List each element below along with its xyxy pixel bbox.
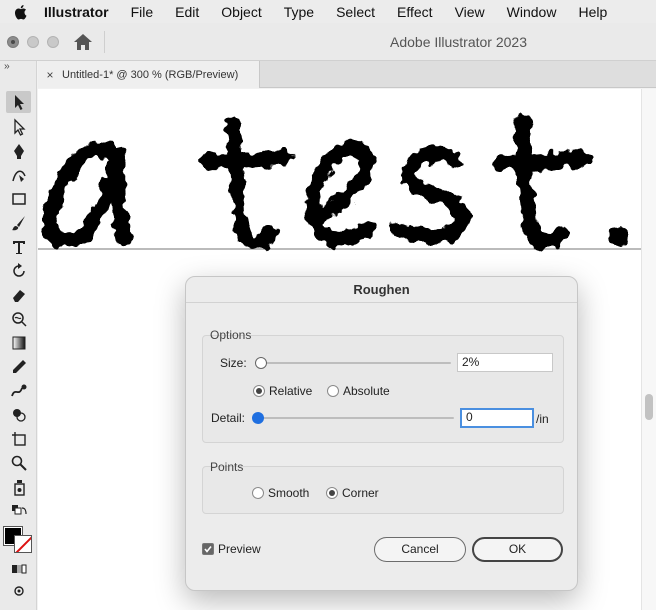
- corner-radio-dot[interactable]: [326, 487, 338, 499]
- document-tab-label: Untitled-1* @ 300 % (RGB/Preview): [62, 68, 239, 81]
- period-dot: [609, 225, 631, 247]
- type-tool-icon[interactable]: [6, 236, 31, 258]
- checkmark-icon[interactable]: [202, 543, 214, 555]
- smooth-radio[interactable]: Smooth: [252, 486, 309, 500]
- dialog-title: Roughen: [186, 277, 577, 303]
- smooth-radio-label: Smooth: [268, 486, 310, 500]
- close-window-button[interactable]: [7, 36, 19, 48]
- detail-slider-track[interactable]: [258, 417, 454, 419]
- divider: [104, 31, 105, 53]
- size-field[interactable]: 2%: [457, 353, 553, 372]
- artboard-tool-icon[interactable]: [6, 428, 31, 450]
- home-icon[interactable]: [72, 32, 94, 52]
- document-tab[interactable]: × Untitled-1* @ 300 % (RGB/Preview): [38, 61, 260, 88]
- detail-slider-knob[interactable]: [252, 412, 264, 424]
- vertical-scrollbar[interactable]: [641, 89, 656, 610]
- gradient-tool-icon[interactable]: [6, 332, 31, 354]
- curvature-tool-icon[interactable]: [6, 164, 31, 186]
- close-tab-icon[interactable]: ×: [38, 68, 62, 82]
- size-slider-knob[interactable]: [255, 357, 267, 369]
- menu-type[interactable]: Type: [273, 4, 325, 20]
- eraser-tool-icon[interactable]: [6, 284, 31, 306]
- smooth-radio-dot[interactable]: [252, 487, 264, 499]
- tools-panel: ››: [0, 61, 37, 610]
- detail-label: Detail:: [211, 411, 246, 425]
- menu-app-name[interactable]: Illustrator: [40, 4, 120, 20]
- selection-tool-icon[interactable]: [6, 91, 31, 113]
- menu-select[interactable]: Select: [325, 4, 386, 20]
- document-tab-bar: × Untitled-1* @ 300 % (RGB/Preview): [38, 61, 656, 88]
- menu-effect[interactable]: Effect: [386, 4, 444, 20]
- menu-view[interactable]: View: [444, 4, 496, 20]
- menu-object[interactable]: Object: [210, 4, 272, 20]
- points-group-label: Points: [210, 460, 244, 474]
- collapse-panel-icon[interactable]: ››: [4, 61, 10, 72]
- zoom-window-button[interactable]: [47, 36, 59, 48]
- symbol-sprayer-tool-icon[interactable]: [6, 476, 31, 498]
- corner-radio[interactable]: Corner: [326, 486, 379, 500]
- app-title: Adobe Illustrator 2023: [390, 34, 527, 50]
- menu-help[interactable]: Help: [567, 4, 618, 20]
- roughen-dialog: Roughen Options Size: 2% Relative Absolu…: [185, 276, 578, 591]
- minimize-window-button[interactable]: [27, 36, 39, 48]
- detail-unit-label: /in: [536, 412, 549, 426]
- relative-radio-label: Relative: [269, 384, 313, 398]
- eyedropper-tool-icon[interactable]: [6, 356, 31, 378]
- app-title-bar: Adobe Illustrator 2023: [0, 23, 656, 61]
- preview-checkbox[interactable]: Preview: [202, 542, 261, 556]
- corner-radio-label: Corner: [342, 486, 379, 500]
- apple-icon[interactable]: [0, 4, 40, 20]
- blend-tool-icon[interactable]: [6, 380, 31, 402]
- detail-field[interactable]: 0: [460, 408, 534, 428]
- relative-radio-dot[interactable]: [253, 385, 265, 397]
- swap-fill-stroke-icon[interactable]: [6, 501, 31, 523]
- absolute-radio[interactable]: Absolute: [327, 384, 390, 398]
- color-mode-icon[interactable]: [6, 558, 31, 580]
- menu-file[interactable]: File: [120, 4, 165, 20]
- zoom-tool-icon[interactable]: [6, 452, 31, 474]
- absolute-radio-dot[interactable]: [327, 385, 339, 397]
- menu-bar: Illustrator File Edit Object Type Select…: [0, 0, 656, 23]
- size-slider-track[interactable]: [261, 362, 451, 364]
- pen-tool-icon[interactable]: [6, 140, 31, 162]
- cancel-button[interactable]: Cancel: [374, 537, 466, 562]
- warp-tool-icon[interactable]: [6, 308, 31, 330]
- preview-label: Preview: [218, 542, 261, 556]
- rectangle-tool-icon[interactable]: [6, 188, 31, 210]
- direct-selection-tool-icon[interactable]: [6, 116, 31, 138]
- menu-edit[interactable]: Edit: [164, 4, 210, 20]
- stroke-color-swatch[interactable]: [14, 535, 32, 553]
- absolute-radio-label: Absolute: [343, 384, 390, 398]
- draw-mode-icon[interactable]: [6, 580, 31, 602]
- menu-window[interactable]: Window: [496, 4, 568, 20]
- ok-button[interactable]: OK: [472, 537, 563, 562]
- shape-builder-tool-icon[interactable]: [6, 404, 31, 426]
- options-group-label: Options: [210, 328, 252, 342]
- rotate-tool-icon[interactable]: [6, 260, 31, 282]
- relative-radio[interactable]: Relative: [253, 384, 312, 398]
- scrollbar-thumb[interactable]: [645, 394, 653, 420]
- size-label: Size:: [220, 356, 247, 370]
- paintbrush-tool-icon[interactable]: [6, 212, 31, 234]
